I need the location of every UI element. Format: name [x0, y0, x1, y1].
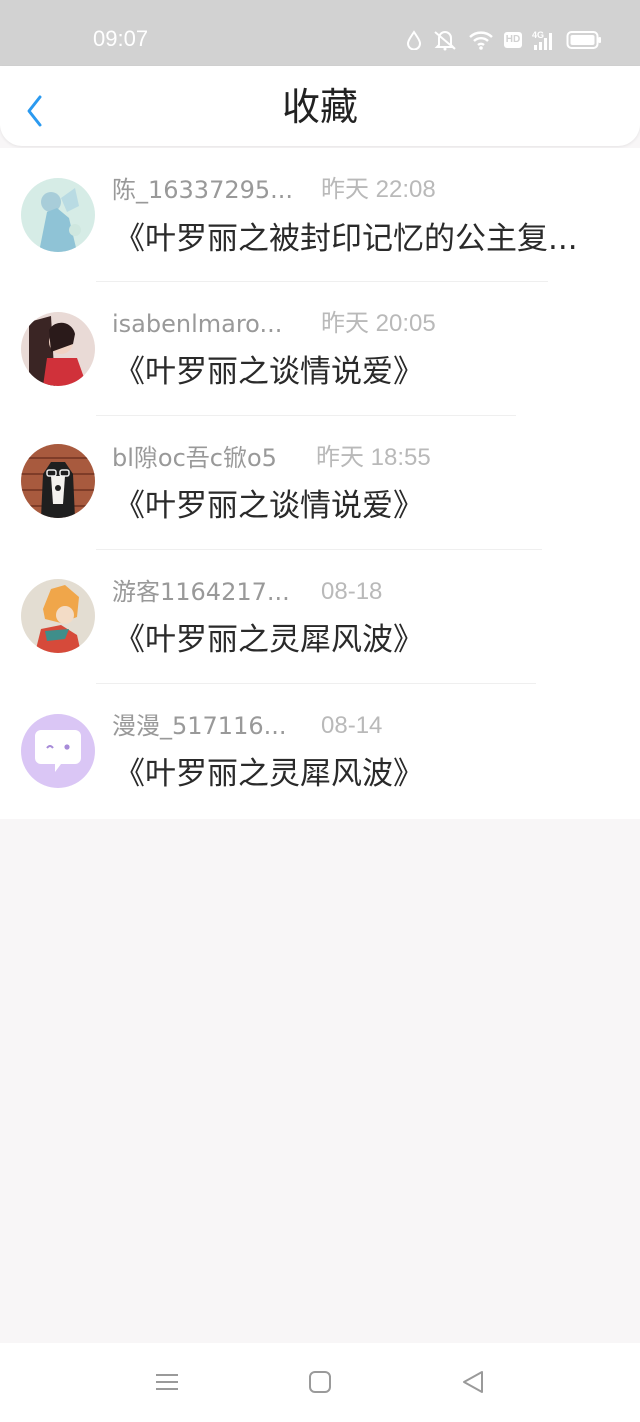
4g-signal-icon: 4G: [532, 29, 556, 51]
favorite-item[interactable]: 游客1164217... 08-18 《叶罗丽之灵犀风波》: [0, 550, 640, 684]
item-user-name: isabenlmaro...: [112, 310, 283, 338]
hd-icon: HD: [504, 32, 522, 48]
avatar: [21, 444, 95, 518]
favorite-item[interactable]: 陈_16337295... 昨天 22:08 《叶罗丽之被封印记忆的公主复...: [0, 148, 640, 282]
item-time: 08-14: [321, 712, 383, 739]
favorites-list: 陈_16337295... 昨天 22:08 《叶罗丽之被封印记忆的公主复...…: [0, 148, 640, 819]
menu-icon: [156, 1374, 178, 1390]
item-user-name: 游客1164217...: [112, 578, 290, 606]
item-user-name: 陈_16337295...: [112, 176, 294, 204]
item-book-title: 《叶罗丽之谈情说爱》: [114, 354, 424, 390]
avatar: [21, 579, 95, 653]
home-button[interactable]: [305, 1367, 335, 1397]
status-bar: 09:07 HD 4G: [0, 0, 640, 66]
menu-button[interactable]: [152, 1367, 182, 1397]
nav-back-button[interactable]: [458, 1367, 488, 1397]
item-user-name: bl隙oc吾c锨o5: [112, 444, 277, 472]
item-time: 昨天 20:05: [321, 310, 436, 337]
app-header: 收藏: [0, 66, 640, 146]
item-user-name: 漫漫_517116...: [112, 712, 287, 740]
drop-icon: [406, 30, 422, 50]
item-time: 08-18: [321, 578, 383, 605]
page-title: 收藏: [281, 85, 358, 129]
avatar: [21, 312, 95, 386]
svg-text:4G: 4G: [532, 30, 544, 40]
avatar: [21, 714, 95, 788]
status-time: 09:07: [93, 26, 149, 51]
battery-icon: [566, 30, 602, 50]
item-book-title: 《叶罗丽之灵犀风波》: [114, 622, 424, 658]
mute-bell-icon: [432, 29, 458, 51]
favorite-item[interactable]: bl隙oc吾c锨o5 昨天 18:55 《叶罗丽之谈情说爱》: [0, 416, 640, 550]
home-square-icon: [309, 1371, 331, 1393]
item-time: 昨天 22:08: [321, 176, 436, 203]
favorite-item[interactable]: isabenlmaro... 昨天 20:05 《叶罗丽之谈情说爱》: [0, 282, 640, 416]
status-icons: HD 4G: [406, 26, 602, 54]
item-time: 昨天 18:55: [316, 444, 431, 471]
system-nav-bar: [0, 1343, 640, 1422]
item-book-title: 《叶罗丽之被封印记忆的公主复...: [114, 221, 578, 257]
item-book-title: 《叶罗丽之灵犀风波》: [114, 756, 424, 792]
favorite-item[interactable]: 漫漫_517116... 08-14 《叶罗丽之灵犀风波》: [0, 684, 640, 818]
wifi-icon: [468, 30, 494, 50]
avatar: [21, 178, 95, 252]
back-triangle-icon: [463, 1371, 483, 1393]
item-book-title: 《叶罗丽之谈情说爱》: [114, 488, 424, 524]
